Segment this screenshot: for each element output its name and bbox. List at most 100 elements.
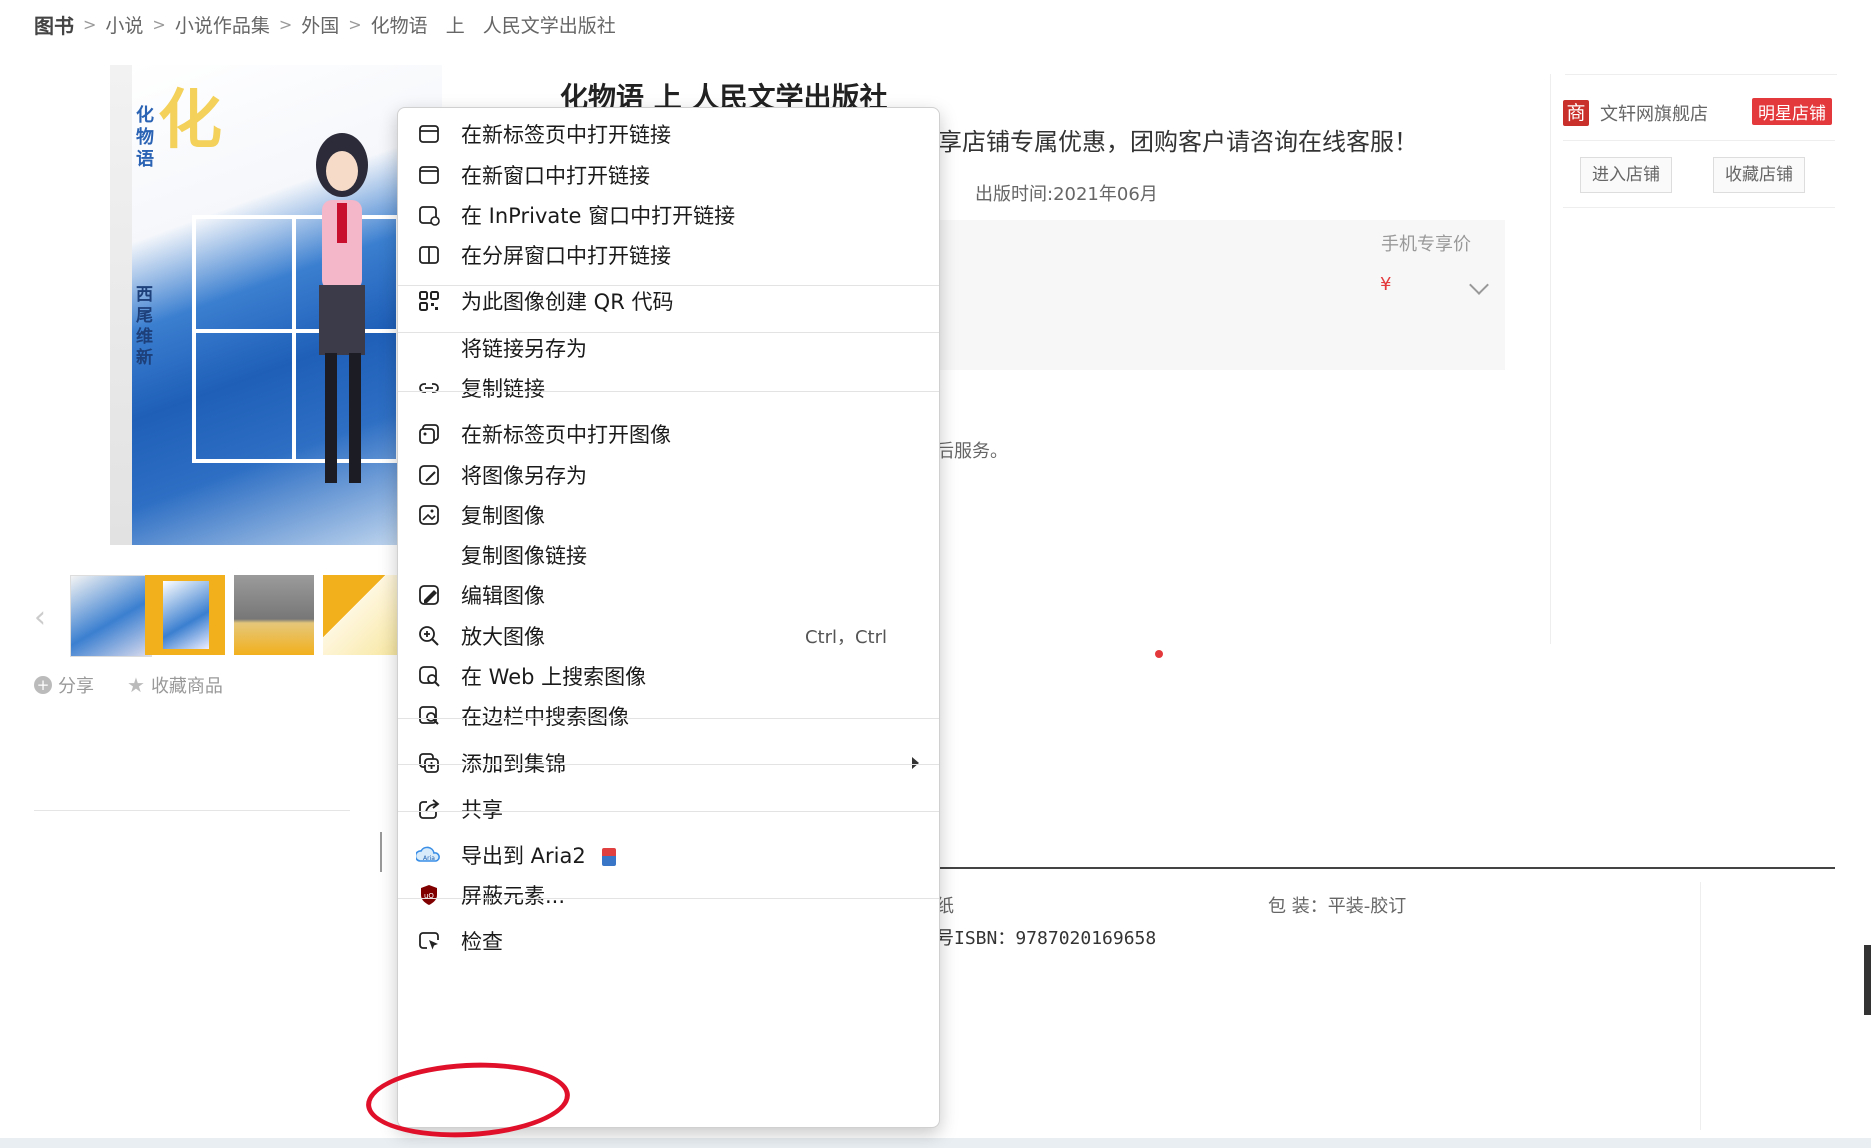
spec-isbn: 号ISBN：9787020169658 (936, 928, 1157, 949)
menu-open-link-split-screen[interactable]: 在分屏窗口中打开链接 (398, 231, 939, 279)
menu-item-label: 在新窗口中打开链接 (461, 164, 650, 188)
qr-code-icon (416, 288, 442, 314)
menu-separator (398, 898, 939, 899)
favorite-shop-button[interactable]: 收藏店铺 (1713, 157, 1805, 193)
thumbnail-1[interactable] (70, 575, 152, 657)
breadcrumb-item-title: 化物语 (370, 15, 428, 37)
specs-divider (930, 867, 1835, 869)
inspect-icon (416, 928, 442, 954)
menu-share[interactable]: 共享 (398, 785, 939, 833)
divider (1700, 882, 1701, 1130)
ublock-icon: uO (416, 882, 442, 908)
menu-item-label: 复制图像 (461, 504, 545, 528)
breadcrumb-item-novel[interactable]: 小说 (105, 11, 143, 38)
breadcrumb-item-volume: 上 (445, 15, 465, 37)
breadcrumb-separator-icon: > (83, 15, 97, 34)
bottom-strip (0, 1138, 1871, 1148)
menu-item-label: 为此图像创建 QR 代码 (461, 290, 674, 314)
shop-name[interactable]: 文轩网旗舰店 (1600, 100, 1708, 126)
submenu-arrow-icon (912, 757, 919, 769)
breadcrumb-separator-icon: > (152, 15, 166, 34)
menu-item-label: 将链接另存为 (461, 337, 587, 361)
divider (1563, 140, 1835, 141)
breadcrumb-item-books[interactable]: 图书 (34, 10, 74, 39)
divider (1565, 74, 1837, 75)
edit-image-icon (416, 582, 442, 608)
divider (34, 810, 350, 811)
publish-date: 出版时间:2021年06月 (975, 184, 1158, 205)
shop-badge: 明星店铺 (1752, 98, 1832, 125)
menu-add-to-collections[interactable]: 添加到集锦 (398, 739, 939, 787)
plus-circle-icon: + (34, 676, 52, 694)
breadcrumb-item-publisher: 人民文学出版社 (482, 15, 616, 37)
menu-item-label: 在边栏中搜索图像 (461, 705, 629, 729)
thumbnail-3[interactable] (234, 575, 314, 655)
thumbnail-4[interactable] (323, 575, 399, 655)
menu-item-label: 复制图像链接 (461, 544, 587, 568)
menu-item-label: 在新标签页中打开链接 (461, 123, 671, 147)
thumbnail-2[interactable] (145, 575, 225, 655)
menu-item-label: 编辑图像 (461, 584, 545, 608)
breadcrumb-item-foreign[interactable]: 外国 (301, 11, 339, 38)
menu-item-label: 复制链接 (461, 377, 545, 401)
menu-item-label: 放大图像 (461, 625, 545, 649)
mobile-price-label: 手机专享价 (1381, 234, 1471, 255)
menu-item-label: 屏蔽元素... (461, 884, 566, 908)
cover-front: 化 化物语 西尾维新 (132, 65, 442, 545)
menu-item-label: 在 InPrivate 窗口中打开链接 (461, 204, 736, 228)
cover-character-illustration (316, 133, 368, 483)
aria2-icon: Aria (416, 842, 442, 868)
menu-search-image-sidebar[interactable]: 在边栏中搜索图像 (398, 692, 939, 740)
menu-separator (398, 718, 939, 719)
cover-author: 西尾维新 (136, 285, 153, 368)
menu-item-label: 在新标签页中打开图像 (461, 423, 671, 447)
save-image-icon (416, 462, 442, 488)
copy-image-icon (416, 502, 442, 528)
breadcrumb-separator-icon: > (348, 15, 362, 34)
menu-item-label: 共享 (461, 798, 503, 822)
zoom-in-icon (416, 623, 442, 649)
menu-block-element[interactable]: uO 屏蔽元素... (398, 871, 939, 919)
service-text: 后服务。 (936, 441, 1008, 462)
price-currency: ¥ (1380, 274, 1392, 295)
spec-packaging: 包 装：平装-胶订 (1268, 896, 1407, 917)
share-link[interactable]: + 分享 (34, 672, 94, 698)
collections-icon (416, 750, 442, 776)
cover-title: 化物语 (136, 105, 154, 170)
menu-item-label: 添加到集锦 (461, 752, 566, 776)
svg-text:Aria: Aria (423, 855, 435, 862)
favorite-product-link[interactable]: ★ 收藏商品 (127, 672, 223, 698)
divider (1563, 207, 1835, 208)
divider (380, 832, 382, 872)
share-icon (416, 796, 442, 822)
cover-spine (110, 65, 133, 545)
menu-item-shortcut: Ctrl，Ctrl (804, 627, 887, 648)
new-tab-icon (416, 121, 442, 147)
open-image-icon (416, 421, 442, 447)
share-label: 分享 (58, 676, 94, 697)
shop-icon: 商 (1563, 100, 1589, 126)
side-floating-widget[interactable] (1864, 945, 1871, 1015)
product-main-image[interactable]: 化 化物语 西尾维新 (110, 65, 442, 545)
menu-create-qr-code[interactable]: 为此图像创建 QR 代码 (398, 277, 939, 325)
menu-copy-link[interactable]: 复制链接 (398, 364, 939, 412)
favorite-product-label: 收藏商品 (150, 676, 223, 697)
thumbnail-prev-chevron-icon[interactable]: ‹ (34, 600, 46, 635)
menu-inspect[interactable]: 检查 (398, 917, 939, 965)
star-icon: ★ (127, 673, 145, 697)
breadcrumb: 图书 > 小说 > 小说作品集 > 外国 > 化物语 上 人民文学出版社 (34, 10, 616, 39)
new-window-icon (416, 162, 442, 188)
breadcrumb-item-collection[interactable]: 小说作品集 (175, 11, 270, 38)
annotation-circle (364, 1057, 572, 1143)
enter-shop-button[interactable]: 进入店铺 (1580, 157, 1672, 193)
menu-item-label: 检查 (461, 930, 503, 954)
menu-separator (398, 391, 939, 392)
context-menu: 在新标签页中打开链接 在新窗口中打开链接 在 InPrivate 窗口中打开链接… (397, 107, 940, 1128)
menu-item-label: 在 Web 上搜索图像 (461, 665, 647, 689)
cover-big-char: 化 (158, 83, 222, 158)
link-icon (416, 375, 442, 401)
menu-separator (398, 764, 939, 765)
menu-item-label: 导出到 Aria2 (461, 840, 616, 870)
download-tray-icon (601, 848, 616, 866)
split-screen-icon (416, 242, 442, 268)
